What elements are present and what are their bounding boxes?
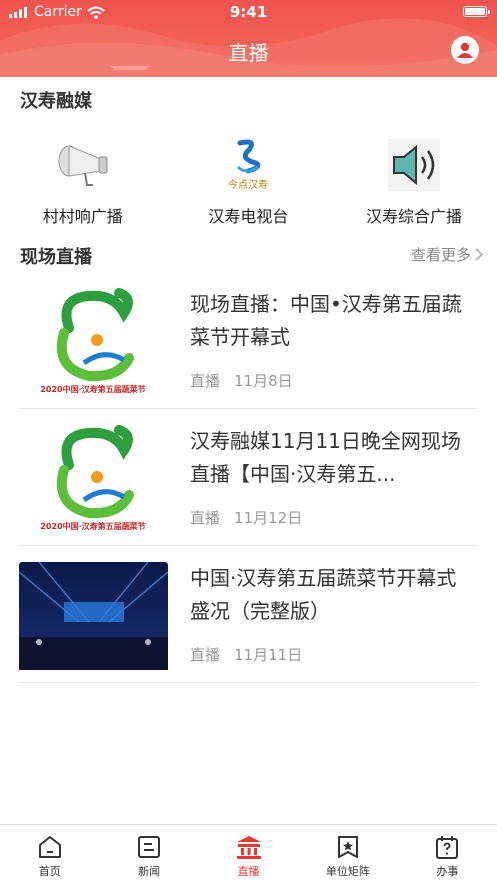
status-time: 9:41 xyxy=(229,3,268,21)
item-meta: 直播 11月8日 xyxy=(190,370,293,391)
live-icon xyxy=(236,836,261,859)
channel-general-radio[interactable]: 汉寿综合广播 xyxy=(331,135,497,227)
item-meta: 直播 11月12日 xyxy=(190,507,302,528)
list-item[interactable]: 2020中国·汉寿第五届蔬菜节 现场直播：中国•汉寿第五届蔬菜节开幕式 直播 11… xyxy=(19,272,477,409)
item-tag: 直播 xyxy=(190,372,221,390)
section-title-live: 现场直播 xyxy=(20,247,92,268)
item-date: 11月11日 xyxy=(234,646,303,664)
channel-label: 村村响广播 xyxy=(42,207,123,226)
user-icon xyxy=(457,42,473,58)
tab-label: 首页 xyxy=(38,865,61,878)
tv-station-logo: 今点汉寿 xyxy=(228,139,268,191)
list-item[interactable]: 2020中国·汉寿第五届蔬菜节 汉寿融媒11月11日晚全网现场直播【中国·汉寿第… xyxy=(19,409,477,546)
tab-unit-matrix[interactable]: 单位矩阵 xyxy=(298,825,397,883)
festival-logo-thumbnail: 2020中国·汉寿第五届蔬菜节 xyxy=(19,288,168,396)
tab-label: 直播 xyxy=(237,865,260,878)
status-bar: Carrier 9:41 xyxy=(0,0,497,24)
item-title: 中国·汉寿第五届蔬菜节开幕式盛况（完整版） xyxy=(190,566,457,623)
item-tag: 直播 xyxy=(190,646,221,664)
channel-label: 汉寿综合广播 xyxy=(365,207,462,226)
page-title: 直播 xyxy=(228,41,269,65)
chevron-right-icon xyxy=(475,248,483,261)
calendar-help-icon xyxy=(436,836,459,859)
bottom-tab-bar: 首页 新闻 直播 单位矩阵 办事 xyxy=(0,824,497,883)
channel-village-broadcast[interactable]: 村村响广播 xyxy=(0,135,166,227)
tab-home[interactable]: 首页 xyxy=(0,825,99,883)
media-channel-grid: 村村响广播 今点汉寿 汉寿电视台 汉寿综合广播 xyxy=(0,135,497,227)
tab-label: 办事 xyxy=(436,865,459,878)
item-title: 现场直播：中国•汉寿第五届蔬菜节开幕式 xyxy=(190,292,462,349)
view-more-label: 查看更多 xyxy=(410,246,471,264)
tab-live[interactable]: 直播 xyxy=(199,825,298,883)
battery-icon xyxy=(463,6,490,17)
news-icon xyxy=(138,836,161,858)
item-date: 11月8日 xyxy=(234,372,293,390)
home-icon xyxy=(38,836,61,858)
star-badge-icon xyxy=(337,836,358,858)
svg-text:2020中国·汉寿第五届蔬菜节: 2020中国·汉寿第五届蔬菜节 xyxy=(40,521,145,531)
speaker-icon xyxy=(387,139,440,191)
item-meta: 直播 11月11日 xyxy=(190,644,302,665)
view-more-link[interactable]: 查看更多 xyxy=(411,244,483,265)
item-date: 11月12日 xyxy=(234,509,303,527)
svg-text:2020中国·汉寿第五届蔬菜节: 2020中国·汉寿第五届蔬菜节 xyxy=(40,384,145,394)
tab-services[interactable]: 办事 xyxy=(398,825,497,883)
channel-label: 汉寿电视台 xyxy=(208,207,289,226)
festival-logo-thumbnail: 2020中国·汉寿第五届蔬菜节 xyxy=(19,425,168,533)
item-title: 汉寿融媒11月11日晚全网现场直播【中国·汉寿第五... xyxy=(190,429,461,486)
tab-label: 新闻 xyxy=(138,865,161,878)
section-title-rongmei: 汉寿融媒 xyxy=(20,91,92,112)
live-list: 2020中国·汉寿第五届蔬菜节 现场直播：中国•汉寿第五届蔬菜节开幕式 直播 11… xyxy=(19,272,477,683)
list-item[interactable]: 中国·汉寿第五届蔬菜节开幕式盛况（完整版） 直播 11月11日 xyxy=(19,546,477,683)
svg-text:今点汉寿: 今点汉寿 xyxy=(228,178,268,191)
user-profile-button[interactable] xyxy=(451,36,479,64)
stage-photo-thumbnail xyxy=(19,562,168,670)
tab-label: 单位矩阵 xyxy=(325,865,370,878)
loudspeaker-icon xyxy=(58,145,108,186)
header-bar: Carrier 9:41 直播 xyxy=(0,0,497,77)
tab-news[interactable]: 新闻 xyxy=(99,825,198,883)
item-tag: 直播 xyxy=(190,509,221,527)
channel-tv-station[interactable]: 今点汉寿 汉寿电视台 xyxy=(166,135,332,227)
